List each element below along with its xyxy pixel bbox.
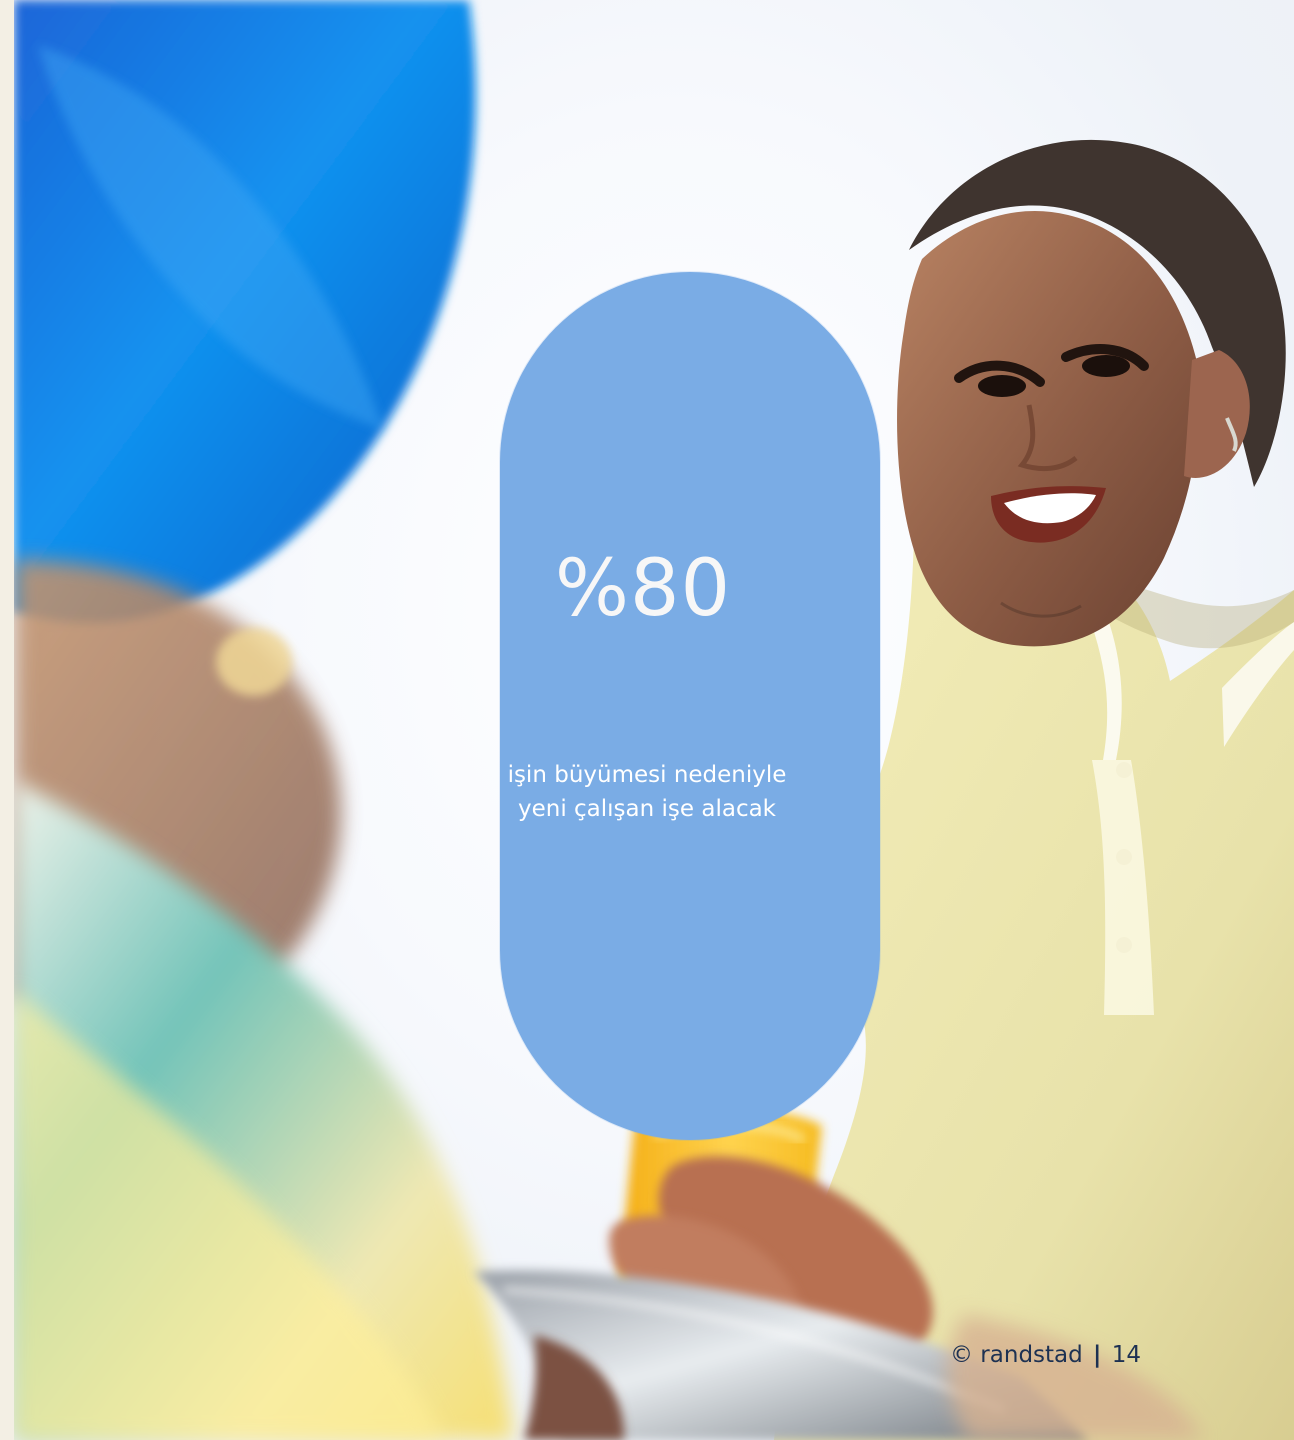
statistic-caption: işin büyümesi nedeniyle yeni çalışan işe…: [0, 758, 1294, 826]
left-page-edge: [0, 0, 14, 1440]
footer-separator: |: [1093, 1342, 1102, 1368]
copyright-text: © randstad: [950, 1342, 1083, 1368]
page-footer: © randstad | 14: [950, 1337, 1141, 1373]
statistic-caption-line-1: işin büyümesi nedeniyle: [507, 762, 787, 788]
statistic-value: %80: [554, 544, 732, 634]
page-number: 14: [1111, 1342, 1142, 1368]
statistic-pill: [500, 272, 880, 1140]
statistic-caption-line-2: yeni çalışan işe alacak: [518, 796, 776, 822]
slide-page: %80 işin büyümesi nedeniyle yeni çalışan…: [0, 0, 1294, 1440]
